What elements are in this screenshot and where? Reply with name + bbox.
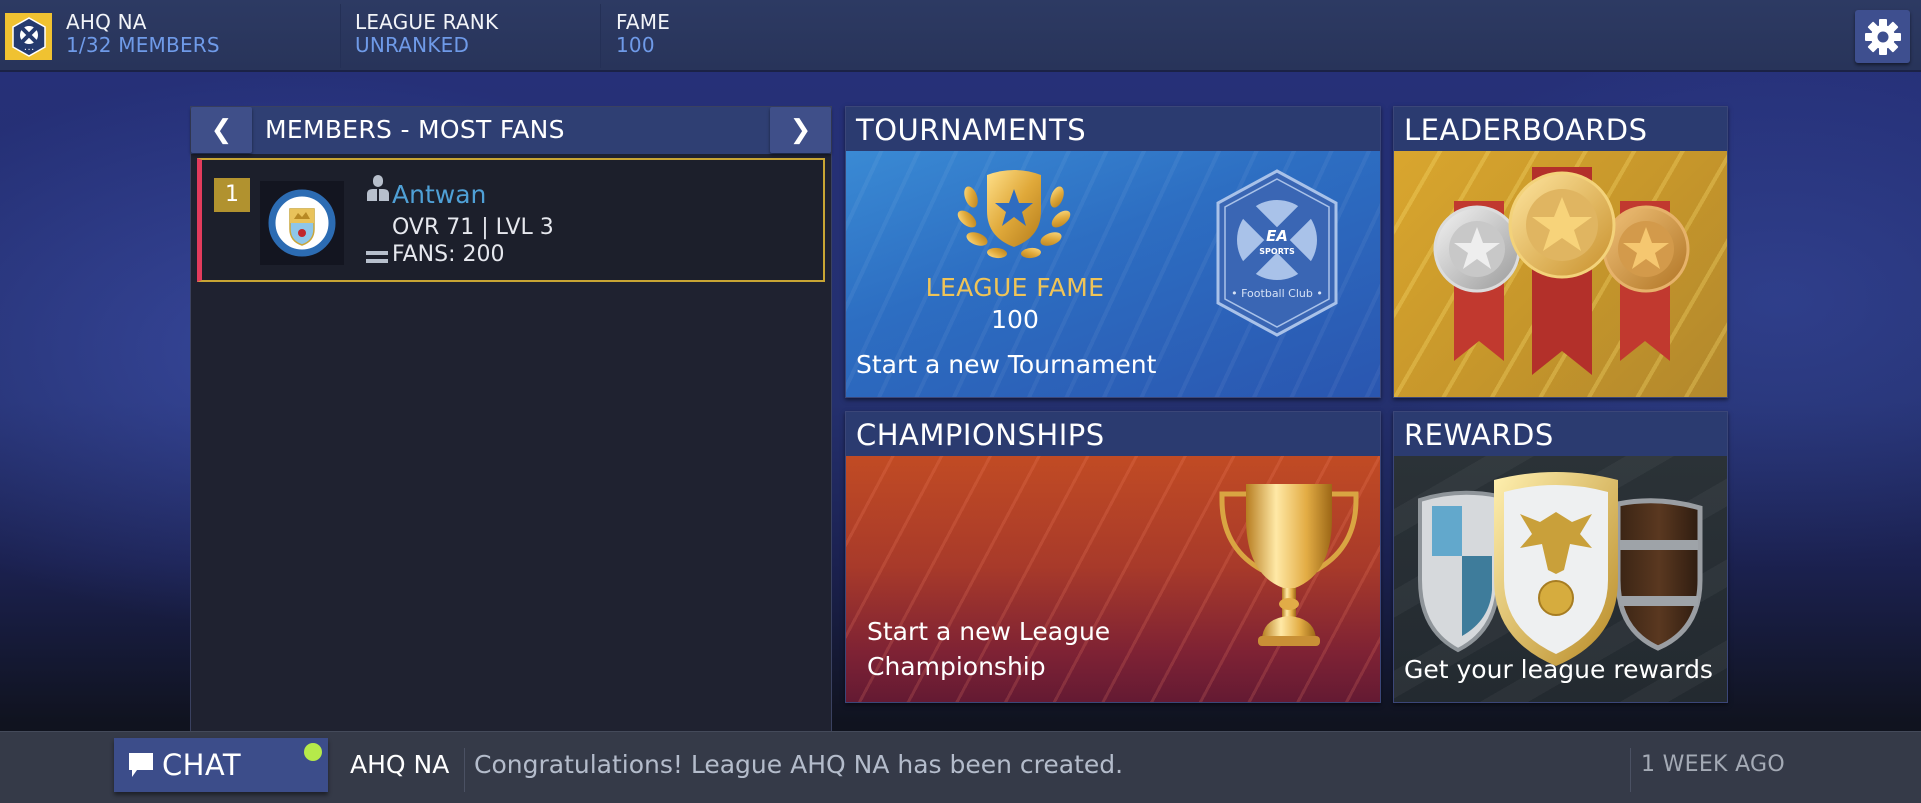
championships-caption-line2: Championship	[867, 652, 1046, 681]
league-fame-shield-icon	[957, 170, 1071, 259]
previous-list-button[interactable]: ❮	[191, 107, 252, 153]
manager-icon	[367, 175, 389, 201]
gear-icon	[1864, 18, 1901, 55]
member-name-link[interactable]: Antwan	[392, 180, 486, 209]
chat-button-label: CHAT	[162, 748, 241, 782]
svg-text:SPORTS: SPORTS	[1259, 247, 1295, 256]
leaderboards-body	[1394, 151, 1727, 397]
member-count: 1/32 MEMBERS	[66, 33, 220, 57]
league-name: AHQ NA	[66, 10, 147, 34]
chat-divider	[1630, 748, 1631, 792]
header-divider	[600, 4, 601, 68]
chat-latest-message[interactable]: Congratulations! League AHQ NA has been …	[474, 750, 1123, 779]
championships-tile[interactable]: CHAMPIONSHIPS Start a new League Champio…	[845, 411, 1381, 703]
trophy-icon	[1219, 484, 1359, 646]
tournaments-title: TOURNAMENTS	[846, 107, 1380, 151]
chevron-left-icon: ❮	[210, 115, 233, 145]
leaderboards-title: LEADERBOARDS	[1394, 107, 1727, 151]
member-stats: OVR 71 | LVL 3	[392, 215, 554, 240]
leaderboards-tile[interactable]: LEADERBOARDS	[1393, 106, 1728, 398]
chat-bar: CHAT AHQ NA Congratulations! League AHQ …	[0, 731, 1921, 803]
svg-text:• • •: • • •	[24, 47, 34, 52]
chat-bubble-icon	[129, 753, 153, 777]
championships-caption: Start a new League Championship	[867, 614, 1110, 684]
chat-button[interactable]: CHAT	[114, 738, 328, 792]
league-rank-value: UNRANKED	[355, 33, 470, 57]
tournaments-tile[interactable]: TOURNAMENTS LEAGUE FAME 100 EA SPORTS • …	[845, 106, 1381, 398]
next-list-button[interactable]: ❯	[770, 107, 831, 153]
rewards-tile[interactable]: REWARDS Get your league rewards	[1393, 411, 1728, 703]
championships-title: CHAMPIONSHIPS	[846, 412, 1380, 456]
reward-shields-icon	[1418, 472, 1703, 666]
league-fame: FAME 100	[616, 11, 670, 57]
header-divider	[340, 4, 341, 68]
svg-text:• Football Club •: • Football Club •	[1231, 287, 1323, 300]
ea-sports-football-club-badge-icon: EA SPORTS • Football Club •	[1216, 169, 1338, 337]
chat-divider	[464, 748, 465, 792]
fame-label: FAME	[616, 10, 671, 34]
tournaments-body: LEAGUE FAME 100 EA SPORTS • Football Clu…	[846, 151, 1380, 397]
rewards-title: REWARDS	[1394, 412, 1727, 456]
league-info: AHQ NA 1/32 MEMBERS	[66, 11, 220, 57]
championships-body: Start a new League Championship	[846, 456, 1380, 702]
member-rank-badge: 1	[214, 178, 250, 212]
chat-sender: AHQ NA	[350, 750, 450, 779]
league-crest-icon[interactable]: • • •	[5, 13, 52, 60]
league-fame-value: 100	[991, 305, 1039, 334]
member-list-item[interactable]: 1 Antwan OVR 71 | LVL 3 FANS: 200	[197, 158, 825, 282]
chevron-right-icon: ❯	[789, 115, 812, 145]
members-panel-header: ❮ MEMBERS - MOST FANS ❯	[191, 107, 831, 154]
chat-timestamp: 1 WEEK AGO	[1641, 752, 1785, 777]
settings-button[interactable]	[1855, 10, 1910, 63]
online-status-indicator	[304, 743, 322, 761]
league-rank-label: LEAGUE RANK	[355, 10, 499, 34]
position-unchanged-icon	[366, 251, 388, 263]
medals-icon	[1433, 167, 1690, 375]
svg-text:EA: EA	[1266, 227, 1288, 245]
member-fans: FANS: 200	[392, 242, 505, 267]
rewards-body: Get your league rewards	[1394, 456, 1727, 702]
league-rank: LEAGUE RANK UNRANKED	[355, 11, 498, 57]
rewards-caption: Get your league rewards	[1404, 655, 1713, 684]
members-panel-title: MEMBERS - MOST FANS	[265, 115, 565, 144]
league-header: • • • AHQ NA 1/32 MEMBERS LEAGUE RANK UN…	[0, 0, 1921, 72]
club-crest-icon	[260, 181, 344, 265]
league-fame-label: LEAGUE FAME	[925, 273, 1105, 302]
members-panel: ❮ MEMBERS - MOST FANS ❯ 1 Antwan OVR 71 …	[190, 106, 832, 732]
fame-value: 100	[616, 33, 655, 57]
championships-caption-line1: Start a new League	[867, 617, 1111, 646]
tournaments-caption: Start a new Tournament	[856, 350, 1157, 379]
